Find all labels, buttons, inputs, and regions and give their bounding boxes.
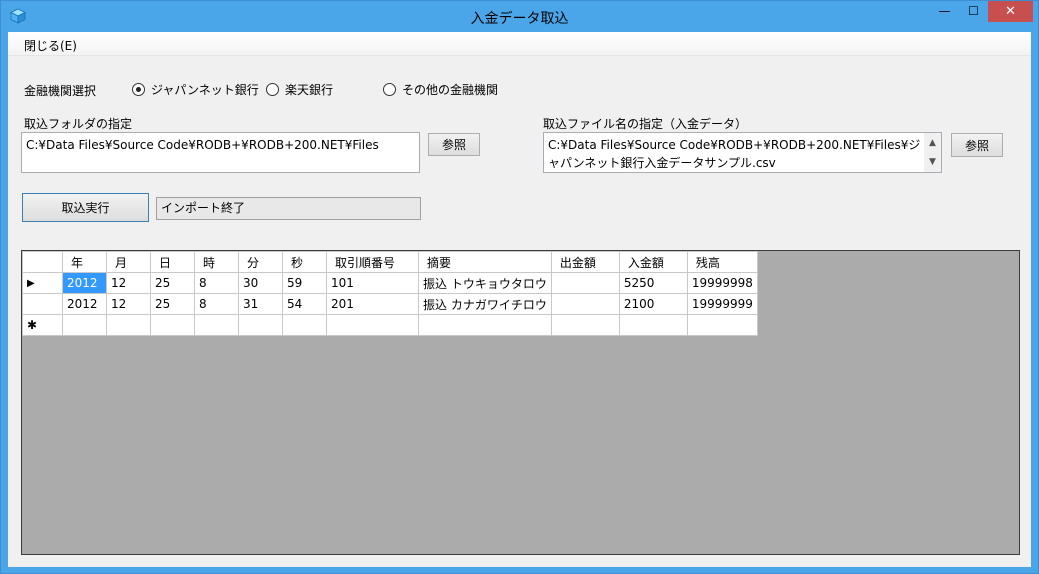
table-row[interactable]: ▶ 2012 12 25 8 30 59 101 振込 トウキョウタロウ 525… [22,272,758,294]
file-path-text: C:¥Data Files¥Source Code¥RODB+¥RODB+200… [548,138,921,170]
table-cell[interactable] [618,314,688,336]
table-cell[interactable] [326,314,419,336]
file-label: 取込ファイル名の指定（入金データ） [543,117,748,131]
radio-label: その他の金融機関 [402,83,499,97]
table-cell[interactable] [418,314,552,336]
grid-header-row: 年 月 日 時 分 秒 取引順番号 摘要 出金額 入金額 残高 [22,251,758,273]
column-header[interactable]: 入金額 [618,251,688,273]
table-cell[interactable] [550,293,620,315]
table-cell[interactable]: 31 [238,293,283,315]
scroll-down-icon[interactable]: ▼ [924,153,941,171]
maximize-button[interactable]: ☐ [960,1,987,22]
table-cell[interactable]: 8 [194,293,239,315]
table-cell[interactable]: 59 [282,272,327,294]
table-row[interactable]: 2012 12 25 8 31 54 201 振込 カナガワイチロウ 2100 … [22,293,758,315]
table-cell[interactable]: 30 [238,272,283,294]
column-header[interactable]: 年 [62,251,107,273]
file-browse-button[interactable]: 参照 [951,133,1003,157]
new-row-icon[interactable]: ✱ [22,314,63,336]
radio-checked-icon[interactable] [132,83,145,96]
table-cell[interactable]: 2100 [618,293,688,315]
table-cell[interactable] [150,314,195,336]
column-header[interactable]: 残高 [686,251,758,273]
table-cell[interactable]: 2012 [62,293,107,315]
table-cell[interactable]: 振込 トウキョウタロウ [418,272,552,294]
radio-label: 楽天銀行 [285,83,334,97]
column-header[interactable]: 出金額 [550,251,620,273]
folder-path-input[interactable]: C:¥Data Files¥Source Code¥RODB+¥RODB+200… [21,132,420,173]
radio-unchecked-icon[interactable] [266,83,279,96]
bank-select-label: 金融機関選択 [24,84,97,98]
table-cell[interactable]: 54 [282,293,327,315]
table-cell[interactable] [62,314,107,336]
table-cell[interactable]: 12 [106,293,151,315]
file-path-scrollbar[interactable]: ▲ ▼ [924,133,941,172]
current-row-icon[interactable]: ▶ [22,272,63,294]
table-cell[interactable] [550,272,620,294]
radio-label: ジャパンネット銀行 [151,83,259,97]
title-bar[interactable]: 入金データ取込 — ☐ ✕ [1,1,1038,32]
table-cell[interactable]: 201 [326,293,419,315]
folder-label: 取込フォルダの指定 [24,117,133,131]
table-cell[interactable] [194,314,239,336]
table-cell[interactable]: 19999998 [686,272,758,294]
radio-other-bank[interactable]: その他の金融機関 [383,81,498,98]
column-header[interactable]: 時 [194,251,239,273]
folder-browse-button[interactable]: 参照 [428,133,480,156]
radio-rakuten-bank[interactable]: 楽天銀行 [266,81,333,98]
column-header[interactable]: 分 [238,251,283,273]
table-cell[interactable]: 5250 [618,272,688,294]
file-path-input[interactable]: C:¥Data Files¥Source Code¥RODB+¥RODB+200… [543,132,942,173]
column-header[interactable]: 月 [106,251,151,273]
table-cell[interactable]: 8 [194,272,239,294]
new-row[interactable]: ✱ [22,314,758,336]
table-cell[interactable]: 25 [150,293,195,315]
radio-unchecked-icon[interactable] [383,83,396,96]
app-window: 入金データ取込 — ☐ ✕ 閉じる(E) 金融機関選択 ジャパンネット銀行 楽天… [0,0,1039,574]
table-cell[interactable] [686,314,758,336]
close-window-button[interactable]: ✕ [988,1,1033,22]
table-cell[interactable] [106,314,151,336]
import-execute-button[interactable]: 取込実行 [22,193,149,222]
column-header[interactable]: 秒 [282,251,327,273]
client-area: 閉じる(E) 金融機関選択 ジャパンネット銀行 楽天銀行 その他の金融機関 取込… [8,32,1031,567]
import-status: インポート終了 [156,197,421,220]
table-cell[interactable]: 12 [106,272,151,294]
table-cell[interactable]: 101 [326,272,419,294]
table-cell[interactable]: 振込 カナガワイチロウ [418,293,552,315]
data-grid-table: 年 月 日 時 分 秒 取引順番号 摘要 出金額 入金額 残高 ▶ 2012 1… [22,251,758,336]
minimize-button[interactable]: — [931,1,958,22]
table-cell[interactable] [238,314,283,336]
scroll-up-icon[interactable]: ▲ [924,134,941,152]
window-title: 入金データ取込 [470,11,569,27]
table-cell[interactable]: 25 [150,272,195,294]
column-header[interactable]: 取引順番号 [326,251,419,273]
data-grid[interactable]: 年 月 日 時 分 秒 取引順番号 摘要 出金額 入金額 残高 ▶ 2012 1… [21,250,1020,555]
menu-bar: 閉じる(E) [8,32,1031,56]
column-header[interactable]: 摘要 [418,251,552,273]
row-header[interactable] [22,293,63,315]
table-cell[interactable] [282,314,327,336]
table-cell[interactable]: 19999999 [686,293,758,315]
radio-japannet-bank[interactable]: ジャパンネット銀行 [132,81,259,98]
table-cell[interactable] [550,314,620,336]
table-cell[interactable]: 2012 [62,272,107,294]
grid-corner[interactable] [22,251,63,273]
column-header[interactable]: 日 [150,251,195,273]
menu-close[interactable]: 閉じる(E) [24,37,77,54]
